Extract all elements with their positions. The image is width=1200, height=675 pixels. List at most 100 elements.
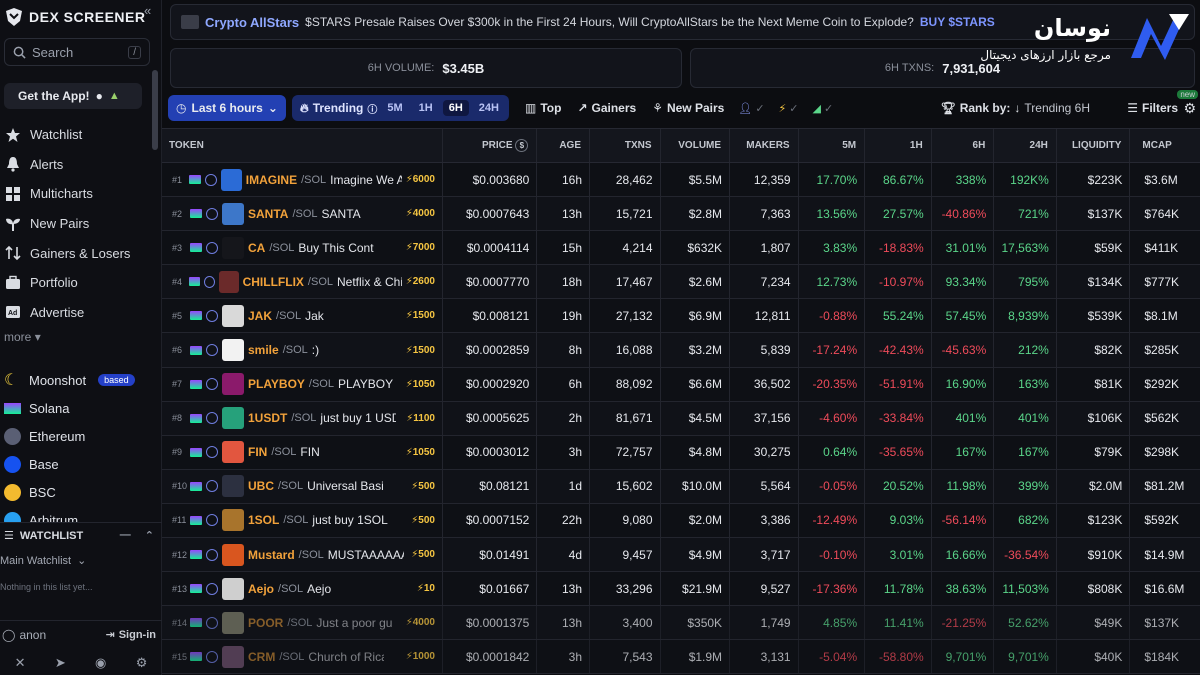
liquidity-cell: $106K <box>1057 401 1131 435</box>
table-row[interactable]: #6 smile /SOL :) ⚡1500 $0.0002859 8h 16,08… <box>162 333 1200 368</box>
change-1h-cell: -42.43% <box>865 333 932 367</box>
txns-cell: 3,400 <box>590 606 661 640</box>
chain-solana[interactable]: Solana <box>0 394 150 422</box>
sidebar-scrollbar[interactable] <box>152 70 158 150</box>
sidebar-item-new-pairs[interactable]: New Pairs <box>0 209 150 239</box>
table-row[interactable]: #3 CA /SOL Buy This Contract Ad ⚡7000 $0… <box>162 231 1200 266</box>
chain-base[interactable]: Base <box>0 450 150 478</box>
profile-filter-toggle[interactable]: 👤︎ ✓ <box>738 102 764 115</box>
table-row[interactable]: #9 FIN /SOL FIN ⚡1050 $0.0003012 3h 72,757… <box>162 435 1200 470</box>
minimize-icon[interactable]: — <box>120 529 131 542</box>
token-avatar <box>222 236 244 259</box>
change-6h-cell: 167% <box>932 435 995 469</box>
new-pairs-button[interactable]: ⚘ New Pairs <box>652 101 724 115</box>
collapse-sidebar-icon[interactable]: « <box>144 3 151 18</box>
sidebar-item-portfolio[interactable]: Portfolio <box>0 268 150 298</box>
col-age[interactable]: AGE <box>537 129 590 162</box>
more-label: more <box>4 330 32 344</box>
col-price[interactable]: PRICE $ <box>443 129 538 162</box>
watchlist-select[interactable]: Main Watchlist ⌄ <box>0 554 86 568</box>
get-app-button[interactable]: Get the App! ● ▲ <box>4 83 142 109</box>
chain-arbitrum[interactable]: Arbitrum <box>0 506 150 522</box>
col-token[interactable]: TOKEN <box>162 129 443 162</box>
tf-24h[interactable]: 24H <box>473 100 505 116</box>
table-row[interactable]: #14 POOR /SOL Just a poor guy ⚡4000 $0.0… <box>162 606 1200 641</box>
col-6h[interactable]: 6H <box>932 129 995 162</box>
col-volume[interactable]: VOLUME <box>661 129 731 162</box>
boost-badge: ⚡10 <box>416 583 435 595</box>
table-row[interactable]: #15 CRM /SOL Church of Ricardo ⚡1000 $0.… <box>162 640 1200 675</box>
sprout-icon: ⚘ <box>652 101 663 115</box>
table-row[interactable]: #12 Mustard /SOL MUSTAAAAAAR ⚡500 $0.014… <box>162 538 1200 573</box>
check-icon: ✓ <box>789 102 799 115</box>
token-cell: #14 POOR /SOL Just a poor guy ⚡4000 <box>162 606 443 640</box>
sidebar-item-alerts[interactable]: Alerts <box>0 150 150 180</box>
sign-in-button[interactable]: ⇥ Sign-in <box>106 628 157 642</box>
col-txns[interactable]: TXNS <box>590 129 661 162</box>
filters-button[interactable]: ☰ Filters <box>1127 101 1178 115</box>
col-1h[interactable]: 1H <box>865 129 932 162</box>
change-6h-cell: 57.45% <box>932 299 995 333</box>
x-icon[interactable]: ✕ <box>15 655 26 671</box>
col-24h[interactable]: 24H <box>994 129 1057 162</box>
table-row[interactable]: #5 JAK /SOL Jak ⚡1500 $0.008121 19h 27,132… <box>162 299 1200 334</box>
col-makers[interactable]: MAKERS <box>730 129 799 162</box>
volume-value: $3.45B <box>442 60 485 76</box>
dex-icon <box>206 582 218 595</box>
tf-1h[interactable]: 1H <box>413 100 439 116</box>
change-24h-cell: 17,563% <box>994 231 1057 265</box>
sidebar-item-gainers-losers[interactable]: Gainers & Losers <box>0 238 150 268</box>
rank-by-dropdown[interactable]: 🏆︎ Rank by: ↓ Trending 6H <box>940 101 1090 115</box>
discord-icon[interactable]: ◉ <box>95 655 106 671</box>
col-liquidity[interactable]: LIQUIDITY <box>1057 129 1131 162</box>
flame-icon: 🔥︎ <box>299 100 309 115</box>
sidebar-item-multicharts[interactable]: Multicharts <box>0 179 150 209</box>
search-input[interactable]: Search / <box>4 38 150 66</box>
volume-cell: $6.9M <box>661 299 731 333</box>
table-row[interactable]: #10 UBC /SOL Universal Basic Cor ⚡500 $0… <box>162 469 1200 504</box>
settings-gear-icon[interactable]: ⚙ <box>136 655 148 671</box>
boost-filter-toggle[interactable]: ⚡ ✓ <box>779 102 799 115</box>
liquidity-cell: $81K <box>1057 367 1131 401</box>
chain-moonshot[interactable]: ☾ Moonshot based <box>0 366 150 394</box>
more-button[interactable]: more ▾ <box>4 330 41 344</box>
col-mcap[interactable]: MCAP <box>1130 129 1200 162</box>
settings-gear-icon[interactable]: ⚙ <box>1183 100 1196 117</box>
top-button[interactable]: ▥ Top <box>525 101 561 115</box>
timeframe-dropdown[interactable]: ◷ Last 6 hours ⌄ <box>168 95 286 121</box>
table-row[interactable]: #8 1USDT /SOL just buy 1 USDT of ⚡1100 $… <box>162 401 1200 436</box>
dex-icon <box>204 173 217 186</box>
tf-5m[interactable]: 5M <box>381 100 408 116</box>
table-row[interactable]: #4 CHILLFLIX /SOL Netflix & Chill ⚡2600 … <box>162 265 1200 300</box>
app-window: DEX SCREENER « Search / Get the App! ● ▲… <box>0 0 1200 675</box>
token-symbol: Mustard <box>248 547 295 562</box>
expand-icon[interactable]: ⌃ <box>145 529 154 542</box>
rank-by-value: Trending 6H <box>1024 101 1090 115</box>
table-row[interactable]: #7 PLAYBOY /SOL PLAYBOY ⚡1050 $0.0002920… <box>162 367 1200 402</box>
sidebar-item-advertise[interactable]: Ad Advertise <box>0 298 150 328</box>
tf-6h[interactable]: 6H <box>442 100 469 116</box>
social-links: ✕ ➤ ◉ ⚙ <box>0 652 162 674</box>
table-row[interactable]: #11 1SOL /SOL just buy 1SOL worth ⚡500 $… <box>162 503 1200 539</box>
table-row[interactable]: #13 Aejo /SOL Aejo ⚡10 $0.01667 13h 33,296… <box>162 572 1200 607</box>
telegram-icon[interactable]: ➤ <box>55 655 66 671</box>
liquidity-cell: $137K <box>1057 197 1131 231</box>
txns-cell: 9,457 <box>590 538 661 572</box>
chain-bsc[interactable]: BSC <box>0 478 150 506</box>
sprout-icon <box>4 215 22 233</box>
token-symbol: 1USDT <box>248 411 288 426</box>
table-row[interactable]: #1 IMAGINE /SOL Imagine We A ⚡6000 $0.00… <box>162 163 1200 198</box>
gainers-button[interactable]: ↗ Gainers <box>577 101 636 115</box>
change-6h-cell: 38.63% <box>932 572 995 606</box>
chain-ethereum[interactable]: Ethereum <box>0 422 150 450</box>
col-5m[interactable]: 5M <box>799 129 866 162</box>
change-1h-cell: 11.78% <box>865 572 932 606</box>
price-cell: $0.0001842 <box>443 640 538 674</box>
token-symbol: FIN <box>248 445 268 460</box>
trending-label[interactable]: Trending <box>313 101 364 115</box>
timeframe-label: Last 6 hours <box>191 101 263 115</box>
table-row[interactable]: #2 SANTA /SOL SANTA ⚡4000 $0.0007643 13h 1… <box>162 197 1200 232</box>
logo[interactable]: DEX SCREENER <box>4 6 145 28</box>
sidebar-item-watchlist[interactable]: Watchlist <box>0 120 150 150</box>
ad-filter-toggle[interactable]: ◢ ✓ <box>812 102 833 115</box>
